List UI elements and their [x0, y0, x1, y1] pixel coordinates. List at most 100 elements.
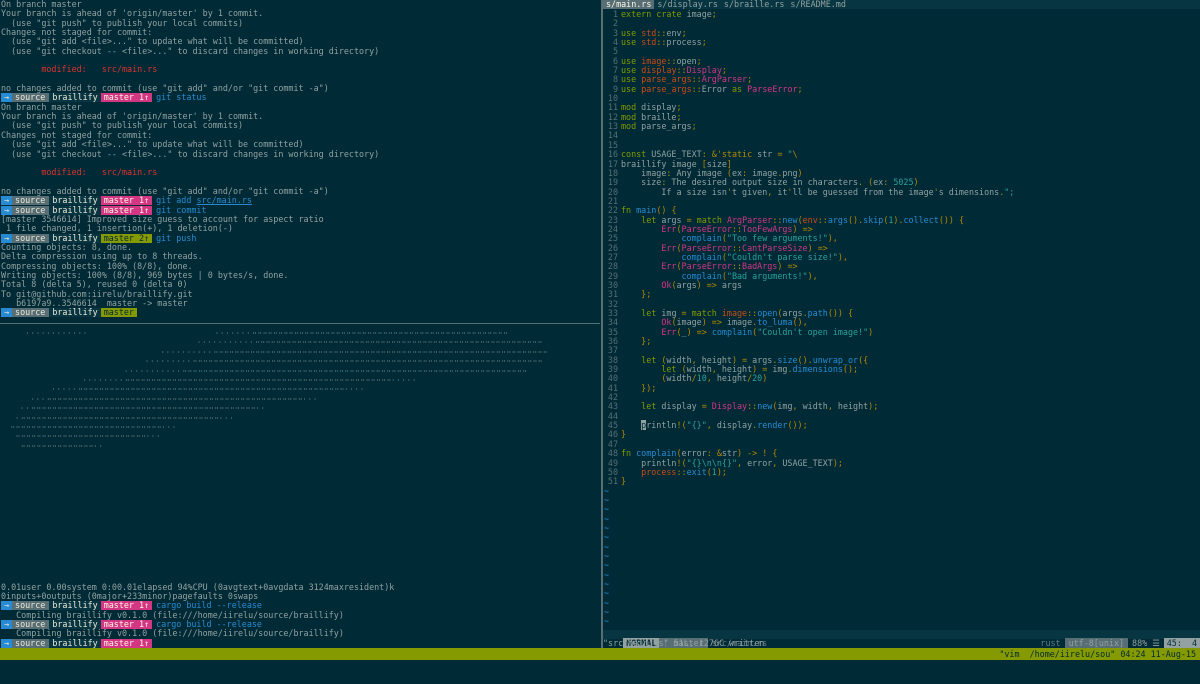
prompt-segments: → source braillify master 1↑	[1, 196, 153, 206]
code-text: };	[641, 336, 652, 347]
code-line: 46}	[603, 429, 1200, 440]
prompt-segments: → source braillify master 1↑	[1, 601, 153, 611]
empty-line-marker: ~	[604, 541, 610, 552]
code-text: mod parse_args;	[621, 121, 697, 132]
prompt-repo: braillify	[48, 196, 101, 206]
braille-art-line: ⠄⠄⠤⠤⠤⠤⠤⠤⠤⠤⠤⠤⠤⠤⠤⠤⠤⠤⠤⠤⠤⠤⠤⠤⠤⠤⠤⠤⠤⠤⠤⠤⠤⠤⠤⠤⠤⠤⠤⠤…	[20, 403, 267, 412]
code-line: 51}	[603, 476, 1200, 487]
tmux-status-bar: [main] 0:vim* "vim /home/iirelu/sou" 04:…	[0, 648, 1200, 671]
code-text: let display = Display::new(img, width, h…	[641, 401, 879, 412]
code-text: };	[641, 289, 652, 300]
tmux-status-right: "vim /home/iirelu/sou" 04:24 11-Aug-15	[999, 649, 1196, 659]
empty-line-marker: ~	[604, 607, 610, 617]
buffer-tab[interactable]: s/braille.rs	[721, 0, 788, 9]
empty-line-marker: ~	[604, 560, 610, 571]
tmux-window-list[interactable]: [main] 0:vim*	[10, 661, 76, 671]
shell-prompt: → source braillify master 1↑	[0, 638, 600, 648]
shell-prompt: → source braillify master	[0, 308, 600, 318]
code-text: extern crate image;	[621, 9, 717, 19]
code-text: });	[641, 382, 657, 393]
empty-line-marker: ~	[604, 616, 610, 627]
prompt-repo: braillify	[48, 308, 101, 318]
buffer-tab[interactable]: s/README.md	[787, 0, 848, 9]
braille-art-line: ⠤⠤⠤⠤⠤⠤⠤⠤⠤⠤⠤⠤⠤⠤⠤⠤⠤⠤⠤⠤⠤⠤⠤⠤⠤⠄⠄⠄	[15, 431, 163, 440]
prompt-segments: → source braillify master 1↑	[1, 638, 153, 648]
code-text: println!("{}", display.render());	[641, 420, 808, 431]
buffer-tab[interactable]: s/main.rs	[603, 0, 655, 9]
prompt-arrow-icon: →	[1, 638, 13, 648]
braille-art-line: ⠄⠄⠄⠤⠤⠤⠤⠤⠤⠤⠤⠤⠤⠤⠤⠤⠤⠤⠤⠤⠤⠤⠤⠤⠤⠤⠤⠤⠤⠤⠤⠤⠤⠤⠤⠤⠤⠤⠤⠤…	[31, 393, 319, 402]
vim-editor-pane[interactable]: s/main.rs s/display.rs s/braille.rs s/READM…	[603, 0, 1200, 648]
code-text: use parse_args::Error as ParseError;	[621, 83, 803, 94]
empty-line-marker: ~	[604, 485, 610, 496]
code-line: 50 process::exit(1);	[603, 466, 1200, 477]
empty-line-marker: ~	[604, 522, 610, 533]
code-buffer[interactable]: 1 extern crate image; 2 3 use std::env; 4 use …	[603, 9, 1200, 627]
terminal-output-line: modified: src/main.rs	[1, 167, 158, 178]
code-line: 43 let display = Display::new(img, width…	[603, 401, 1200, 412]
prompt-git-branch: master 1↑	[100, 196, 153, 206]
code-line: 9 use parse_args::Error as ParseError;	[603, 83, 1200, 94]
code-text: }	[621, 476, 627, 487]
prompt-repo: braillify	[48, 638, 101, 648]
prompt-arrow-icon: →	[1, 196, 13, 206]
empty-line-marker: ~	[604, 588, 610, 599]
braille-art-output: ⠀⠄⠄⠄⠄⠄⠄⠄⠄⠄⠄⠄⠄ ⠄⠄⠄⠄⠄⠄⠄⠤⠤⠤⠤⠤⠤⠤⠤⠤⠤⠤⠤⠤⠤⠤⠤⠤⠤⠤…	[0, 326, 600, 450]
prompt-git-branch: master 1↑	[100, 93, 153, 103]
code-text: }	[621, 429, 627, 440]
braille-art-line: ⠄⠄⠄⠄⠄⠄⠄⠄⠄⠤⠤⠤⠤⠤⠤⠤⠤⠤⠤⠤⠤⠤⠤⠤⠤⠤⠤⠤⠤⠤⠤⠤⠤⠤⠤⠤⠤⠤⠤⠤…	[145, 356, 544, 365]
braille-art-line: ⠤⠤⠤⠤⠤⠤⠤⠤⠤⠤⠤⠤⠤⠤⠤⠤⠤⠤⠤⠤⠤⠤⠤⠤⠤⠤⠤⠤⠤⠄⠄⠄	[10, 422, 178, 431]
code-line: 14	[603, 131, 1200, 141]
shell-command: cargo build --release	[156, 600, 262, 611]
code-line: 35 Err(_) => complain("Couldn't open ima…	[603, 327, 1200, 337]
code-text: If a size isn't given, it'll be guessed …	[621, 186, 1015, 197]
line-number: 2	[612, 18, 618, 29]
prompt-repo: braillify	[48, 601, 101, 611]
code-line: 30 Ok(args) => args	[603, 280, 1200, 290]
prompt-git-branch: master 1↑	[100, 601, 153, 611]
code-line: 1 extern crate image;	[603, 9, 1200, 19]
empty-line-marker: ~	[604, 597, 610, 608]
vim-tabline: s/main.rs s/display.rs s/braille.rs s/READM…	[603, 0, 1200, 9]
terminal-output-line: modified: src/main.rs	[1, 64, 158, 75]
code-line: 21	[603, 196, 1200, 206]
empty-line-marker: ~	[604, 513, 610, 524]
code-line: 36 };	[603, 336, 1200, 347]
braille-art-line: ⠄⠤⠤⠤⠤⠤⠤⠤⠤⠤⠤⠤⠤⠤⠤⠤⠤⠤⠤⠤⠤⠤⠤⠤⠤⠤⠤⠤⠤⠤⠤⠤⠤⠤⠤⠤⠤⠤⠤⠄…	[15, 412, 236, 421]
buffer-tab[interactable]: s/display.rs	[654, 0, 721, 9]
pane-divider-horizontal[interactable]	[0, 322, 600, 325]
prompt-directory: source	[12, 196, 49, 206]
line-number: 8	[612, 74, 618, 85]
code-line: 10	[603, 93, 1200, 103]
code-line: 4 use std::process;	[603, 37, 1200, 48]
braille-art-line: ⠄⠄⠄⠄⠄⠤⠤⠤⠤⠤⠤⠤⠤⠤⠤⠤⠤⠤⠤⠤⠤⠤⠤⠤⠤⠤⠤⠤⠤⠤⠤⠤⠤⠤⠤⠤⠤⠤⠤⠤…	[52, 384, 366, 393]
code-text: use std::process;	[621, 37, 707, 48]
prompt-arrow-icon: →	[1, 308, 13, 318]
terminal-output-line: (use "git checkout -- <file>..." to disc…	[1, 148, 380, 159]
braille-art-line: ⠄⠄⠄⠄⠄⠄⠄⠄⠤⠤⠤⠤⠤⠤⠤⠤⠤⠤⠤⠤⠤⠤⠤⠤⠤⠤⠤⠤⠤⠤⠤⠤⠤⠤⠤⠤⠤⠤⠤⠤…	[83, 375, 418, 384]
braille-art-line: ⠄⠄⠄⠄⠄⠄⠄⠄⠄⠄⠄⠤⠤⠤⠤⠤⠤⠤⠤⠤⠤⠤⠤⠤⠤⠤⠤⠤⠤⠤⠤⠤⠤⠤⠤⠤⠤⠤⠤⠤…	[124, 365, 528, 374]
line-number: 1	[612, 9, 618, 19]
line-number: 7	[612, 65, 618, 76]
shell-command: git add src/main.rs	[156, 195, 252, 206]
line-number: 5	[612, 46, 618, 57]
shell-command: git status	[156, 92, 207, 103]
braille-art-line: ⠄⠄⠄⠄⠄⠄⠄⠄⠄⠄⠄⠤⠤⠤⠤⠤⠤⠤⠤⠤⠤⠤⠤⠤⠤⠤⠤⠤⠤⠤⠤⠤⠤⠤⠤⠤⠤⠤⠤⠤…	[197, 337, 543, 346]
code-text: process::exit(1);	[641, 466, 727, 477]
code-line: 31 };	[603, 289, 1200, 300]
empty-line-marker: ~	[604, 504, 610, 515]
terminal-pane-top[interactable]: On branch master Your branch is ahead of …	[0, 0, 600, 322]
braille-art-line: ⠤⠤⠤⠤⠤⠤⠤⠤⠤⠤⠤⠤⠤⠤⠄⠄	[20, 440, 105, 449]
prompt-directory: source	[12, 638, 49, 648]
braille-art-line: ⠄⠄⠄⠄⠄⠄⠄⠄⠄⠄⠤⠤⠤⠤⠤⠤⠤⠤⠤⠤⠤⠤⠤⠤⠤⠤⠤⠤⠤⠤⠤⠤⠤⠤⠤⠤⠤⠤⠤⠤…	[161, 346, 549, 355]
empty-line-marker: ~	[604, 578, 610, 589]
braille-art-line: ⠀⠄⠄⠄⠄⠄⠄⠄⠄⠄⠄⠄⠄ ⠄⠄⠄⠄⠄⠄⠄⠤⠤⠤⠤⠤⠤⠤⠤⠤⠤⠤⠤⠤⠤⠤⠤⠤⠤⠤…	[20, 328, 509, 336]
empty-line-marker: ~	[604, 494, 610, 505]
empty-line-marker: ~	[604, 569, 610, 580]
line-number: 6	[612, 55, 618, 66]
vim-command-line[interactable]: "src/main.rs" 51L, 1276C written	[603, 639, 1200, 648]
terminal-pane-bottom[interactable]: ⠀⠄⠄⠄⠄⠄⠄⠄⠄⠄⠄⠄⠄ ⠄⠄⠄⠄⠄⠄⠄⠤⠤⠤⠤⠤⠤⠤⠤⠤⠤⠤⠤⠤⠤⠤⠤⠤⠤⠤…	[0, 326, 600, 648]
code-line: 41 });	[603, 382, 1200, 393]
line-number: 4	[612, 37, 618, 48]
code-line: 11 mod display;	[603, 103, 1200, 113]
